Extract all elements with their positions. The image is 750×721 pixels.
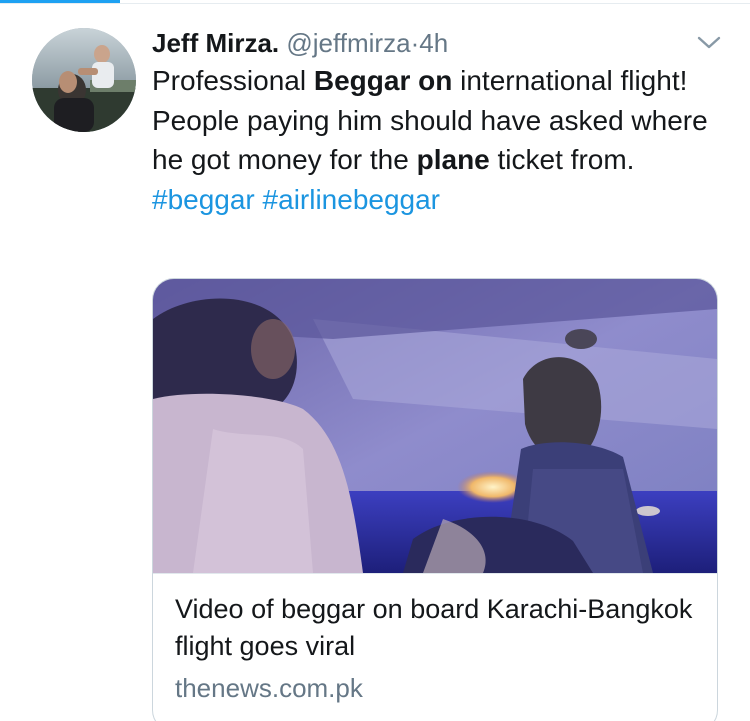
- author-handle[interactable]: @jeffmirza: [286, 28, 410, 58]
- tweet-text-segment: ticket from.: [489, 144, 635, 175]
- tweet-text-segment: [255, 184, 263, 215]
- chevron-down-icon[interactable]: [694, 30, 724, 54]
- avatar[interactable]: [32, 28, 136, 132]
- card-domain: thenews.com.pk: [175, 673, 363, 703]
- tweet-text: Professional Beggar on international fli…: [152, 61, 722, 219]
- video-thumbnail: [153, 279, 717, 573]
- author-name[interactable]: Jeff Mirza.: [152, 28, 279, 58]
- hashtag-link[interactable]: #beggar: [152, 184, 255, 215]
- card-divider: [153, 573, 717, 574]
- avatar-photo: [32, 28, 136, 132]
- card-title[interactable]: Video of beggar on board Karachi-Bangkok…: [175, 591, 695, 665]
- timestamp[interactable]: 4h: [419, 28, 448, 58]
- card-image: [153, 279, 717, 573]
- tweet-screen: Jeff Mirza. @jeffmirza·4h Professional B…: [0, 0, 750, 721]
- top-divider: [0, 3, 750, 4]
- hashtag-link[interactable]: #airlinebeggar: [263, 184, 440, 215]
- tweet-text-bold: plane: [416, 144, 490, 175]
- tweet-header: Jeff Mirza. @jeffmirza·4h: [152, 26, 690, 60]
- separator-dot: ·: [410, 28, 420, 58]
- tweet-text-bold: Beggar on: [313, 65, 453, 96]
- tweet-text-segment: Professional: [152, 65, 314, 96]
- link-card[interactable]: Video of beggar on board Karachi-Bangkok…: [152, 278, 718, 721]
